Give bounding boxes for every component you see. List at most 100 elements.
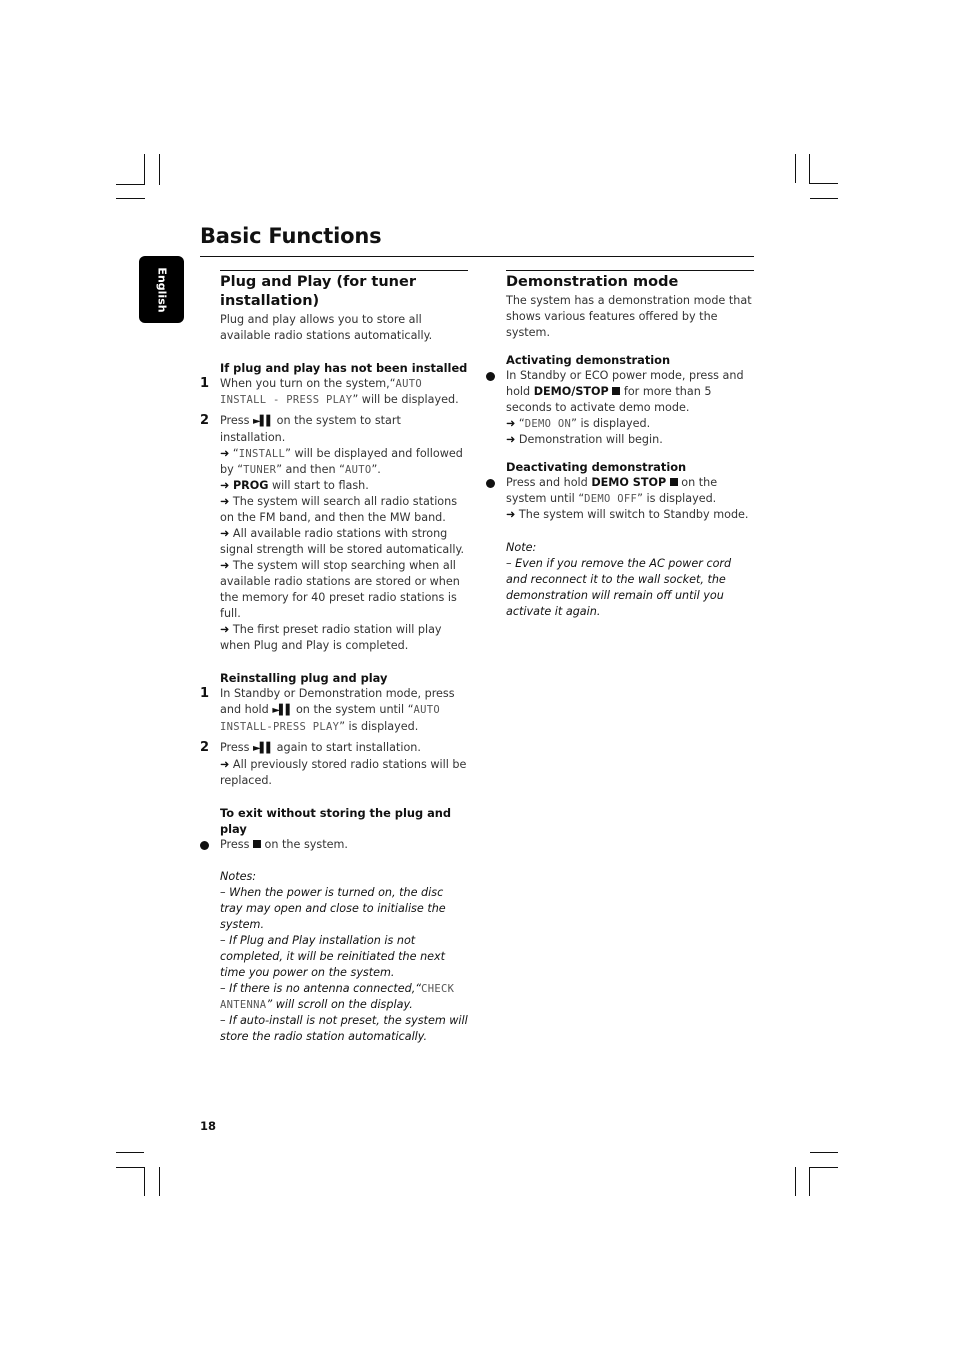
- arrow-icon: ➜: [506, 417, 516, 430]
- result-text: ” and then “: [276, 463, 345, 476]
- lcd-display-text: DEMO OFF: [584, 493, 638, 505]
- bullet-item: Press on the system.: [200, 837, 468, 853]
- prog-label: PROG: [232, 479, 269, 492]
- bullet-item: In Standby or ECO power mode, press and …: [486, 368, 754, 448]
- crop-mark: [809, 1167, 810, 1196]
- result-text: The system will search all radio station…: [220, 495, 458, 524]
- crop-mark: [144, 1167, 145, 1196]
- arrow-icon: ➜: [220, 447, 230, 460]
- step-text: Press: [220, 741, 253, 754]
- step-item: 1 When you turn on the system,“AUTO INST…: [200, 376, 468, 408]
- result-text: All available radio stations with strong…: [220, 527, 465, 556]
- step-item: 2 Press ►▌▌ on the system to start insta…: [200, 413, 468, 654]
- plug-and-play-section: Plug and Play (for tuner installation) P…: [200, 270, 468, 1045]
- step-text: Press: [220, 838, 253, 851]
- lcd-display-text: AUTO: [344, 464, 372, 476]
- subheading-exit: To exit without storing the plug and pla…: [220, 806, 452, 836]
- lcd-display-text: TUNER: [243, 464, 277, 476]
- demo-stop-label: DEMO STOP: [591, 476, 667, 489]
- stop-icon: [669, 478, 678, 486]
- step-text: on the system.: [261, 838, 348, 851]
- step-number: 2: [200, 740, 210, 755]
- result-text: Demonstration will begin.: [515, 433, 663, 446]
- bullet-icon: [200, 841, 209, 850]
- result-text: The system will switch to Standby mode.: [515, 508, 749, 521]
- page-title: Basic Functions: [200, 224, 382, 248]
- section-intro: Plug and play allows you to store all av…: [220, 313, 433, 342]
- notes-heading: Notes:: [220, 870, 257, 883]
- lcd-display-text: INSTALL: [238, 448, 286, 460]
- step-text: ” will be displayed.: [352, 393, 459, 406]
- arrow-icon: ➜: [506, 508, 516, 521]
- bullet-icon: [486, 372, 495, 381]
- bullet-item: Press and hold DEMO STOP on the system u…: [486, 475, 754, 523]
- crop-mark: [810, 1152, 838, 1153]
- title-divider: [200, 256, 754, 257]
- notes-block: Notes: – When the power is turned on, th…: [220, 869, 468, 1045]
- result-text: ” is displayed.: [571, 417, 651, 430]
- note-item: – If there is no antenna connected,“CHEC…: [220, 981, 468, 1013]
- subheading-deactivate: Deactivating demonstration: [506, 460, 687, 474]
- result-text: “: [515, 417, 525, 430]
- language-tab-label: English: [155, 266, 168, 313]
- arrow-icon: ➜: [220, 758, 230, 771]
- note-item: – Even if you remove the AC power cord a…: [506, 557, 732, 618]
- result-text: The first preset radio station will play…: [220, 623, 442, 652]
- language-tab: English: [139, 256, 184, 323]
- crop-mark: [795, 1167, 796, 1196]
- bullet-icon: [486, 479, 495, 488]
- arrow-icon: ➜: [220, 527, 230, 540]
- crop-mark: [159, 1167, 160, 1196]
- section-divider: [506, 270, 754, 271]
- step-text: on the system until “: [292, 703, 414, 716]
- subheading-reinstall: Reinstalling plug and play: [220, 671, 388, 685]
- step-item: 1 In Standby or Demonstration mode, pres…: [200, 686, 468, 735]
- demo-stop-label: DEMO/STOP: [533, 385, 609, 398]
- section-title: Demonstration mode: [506, 274, 679, 290]
- subheading-activate: Activating demonstration: [506, 353, 671, 367]
- crop-mark: [144, 154, 145, 185]
- step-number: 1: [200, 376, 210, 391]
- note-item: – When the power is turned on, the disc …: [220, 886, 446, 931]
- result-text: The system will stop searching when all …: [220, 559, 460, 620]
- play-pause-icon: ►▌▌: [253, 416, 274, 427]
- crop-mark: [809, 183, 838, 184]
- crop-mark: [116, 1167, 145, 1168]
- section-title: Plug and Play (for tuner installation): [220, 274, 416, 309]
- arrow-icon: ➜: [220, 495, 230, 508]
- result-text: “: [229, 447, 239, 460]
- crop-mark: [116, 184, 145, 185]
- arrow-icon: ➜: [220, 623, 230, 636]
- step-number: 2: [200, 413, 210, 428]
- note-item: – If Plug and Play installation is not c…: [220, 934, 446, 979]
- crop-mark: [795, 154, 796, 183]
- step-text: ” is displayed.: [339, 720, 419, 733]
- step-text: Press and hold: [506, 476, 592, 489]
- note-text: – If there is no antenna connected,“: [220, 982, 422, 995]
- section-intro: The system has a demonstration mode that…: [506, 294, 752, 339]
- play-pause-icon: ►▌▌: [272, 705, 293, 716]
- note-item: – If auto-install is not preset, the sys…: [220, 1014, 468, 1043]
- step-text: Press: [220, 414, 253, 427]
- demonstration-section: Demonstration mode The system has a demo…: [486, 270, 754, 620]
- crop-mark: [810, 198, 838, 199]
- step-number: 1: [200, 686, 210, 701]
- step-text: again to start installation.: [273, 741, 421, 754]
- note-text: ” will scroll on the display.: [266, 998, 413, 1011]
- subheading-not-installed: If plug and play has not been installed: [220, 361, 468, 375]
- arrow-icon: ➜: [506, 433, 516, 446]
- result-text: ”.: [371, 463, 381, 476]
- crop-mark: [809, 1167, 838, 1168]
- page-number: 18: [200, 1119, 217, 1133]
- note-heading: Note:: [506, 541, 537, 554]
- crop-mark: [116, 198, 145, 199]
- section-divider: [220, 270, 468, 271]
- step-text: ” is displayed.: [637, 492, 717, 505]
- note-block: Note: – Even if you remove the AC power …: [506, 540, 754, 620]
- stop-icon: [253, 840, 261, 848]
- crop-mark: [809, 154, 810, 184]
- step-text: When you turn on the system,“: [220, 377, 396, 390]
- crop-mark: [116, 1152, 144, 1153]
- crop-mark: [159, 154, 160, 185]
- result-text: All previously stored radio stations wil…: [220, 758, 467, 787]
